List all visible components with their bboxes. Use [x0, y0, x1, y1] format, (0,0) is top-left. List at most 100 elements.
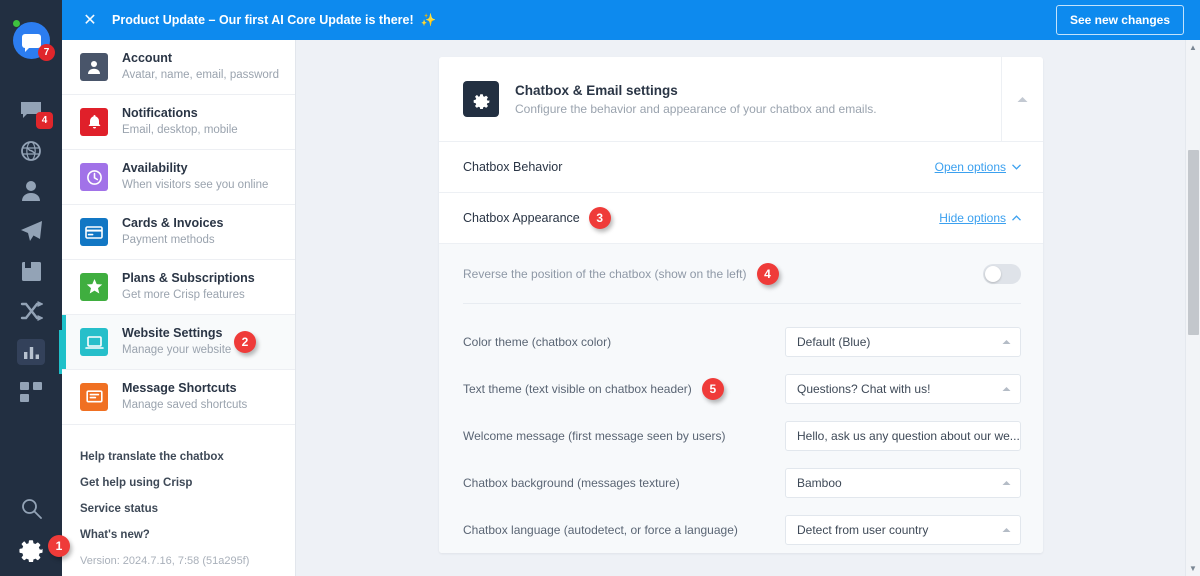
chevron-up-icon: [1002, 480, 1011, 485]
app-version-label: Version: 2024.7.16, 7:58 (51a295f): [80, 555, 250, 567]
sidebar-item-label: Availability: [122, 161, 188, 175]
helpdesk-icon[interactable]: [0, 258, 62, 284]
sidebar-item-sublabel: Payment methods: [122, 234, 215, 246]
banner-text-label: Product Update – Our first AI Core Updat…: [112, 13, 414, 27]
sidebar-item-sublabel: When visitors see you online: [122, 179, 269, 191]
option-label: Color theme (chatbox color): [463, 334, 612, 349]
close-icon[interactable]: ✕: [80, 10, 100, 30]
analytics-icon[interactable]: [0, 338, 62, 366]
chevron-up-icon: [1002, 339, 1011, 344]
panel-collapse-button[interactable]: [1001, 57, 1043, 141]
shortcut-icon: [80, 383, 108, 411]
sidebar-item-sublabel: Email, desktop, mobile: [122, 124, 238, 136]
triangle-down-icon[interactable]: ▼: [1186, 561, 1200, 576]
hide-options-link[interactable]: Hide options: [939, 211, 1021, 225]
option-chatbox-language: Chatbox language (autodetect, or force a…: [463, 506, 1021, 553]
laptop-icon: [80, 328, 108, 356]
chevron-up-icon: [1017, 96, 1028, 102]
chevron-up-icon: [1012, 215, 1021, 221]
section-label: Chatbox Behavior: [463, 160, 563, 174]
link-whats-new[interactable]: What's new?: [80, 529, 295, 542]
rail-active-indicator: [59, 330, 62, 374]
reverse-position-toggle[interactable]: [983, 263, 1021, 284]
welcome-message-select[interactable]: Hello, ask us any question about our we.…: [785, 420, 1021, 451]
campaigns-icon[interactable]: [0, 218, 62, 244]
sidebar-item-sublabel: Manage saved shortcuts: [122, 399, 248, 411]
option-color-theme: Color theme (chatbox color) Default (Blu…: [463, 318, 1021, 365]
chatbox-background-select[interactable]: Bamboo: [785, 467, 1021, 498]
option-label: Text theme (text visible on chatbox head…: [463, 381, 692, 396]
settings-gear-icon[interactable]: [17, 534, 45, 563]
chatbox-appearance-options: Reverse the position of the chatbox (sho…: [439, 243, 1043, 553]
plugins-icon[interactable]: [0, 298, 62, 324]
clock-icon: [80, 163, 108, 191]
star-icon: [80, 273, 108, 301]
sidebar-item-cards-invoices[interactable]: Cards & Invoices Payment methods: [62, 205, 295, 260]
person-icon: [80, 53, 108, 81]
open-options-label: Open options: [934, 160, 1006, 174]
scrollbar-thumb[interactable]: [1188, 150, 1199, 335]
primary-nav-rail: 7 4: [0, 0, 62, 576]
page-scrollbar[interactable]: ▲ ▼: [1185, 40, 1200, 576]
sidebar-item-label: Message Shortcuts: [122, 381, 237, 395]
sidebar-item-message-shortcuts[interactable]: Message Shortcuts Manage saved shortcuts: [62, 370, 295, 425]
page-subtitle: Configure the behavior and appearance of…: [515, 101, 877, 116]
open-options-link[interactable]: Open options: [935, 160, 1021, 174]
sidebar-item-label: Website Settings: [122, 326, 223, 340]
option-welcome-message: Welcome message (first message seen by u…: [463, 412, 1021, 459]
chatbox-background-value: Bamboo: [797, 475, 842, 490]
sidebar-item-sublabel: Avatar, name, email, password: [122, 69, 280, 81]
contacts-icon[interactable]: [0, 178, 62, 204]
step-marker-2: 2: [234, 331, 256, 353]
app-root: 7 4 Account Avatar, name, email, passwor…: [0, 0, 1200, 576]
card-icon: [80, 218, 108, 246]
chatbox-language-value: Detect from user country: [797, 522, 929, 537]
text-theme-select[interactable]: Questions? Chat with us!: [785, 373, 1021, 404]
section-chatbox-behavior[interactable]: Chatbox Behavior Open options: [439, 141, 1043, 192]
content-area: Chatbox & Email settings Configure the b…: [296, 0, 1200, 576]
sidebar-item-account[interactable]: Account Avatar, name, email, password: [62, 40, 295, 95]
globe-icon[interactable]: [0, 138, 62, 164]
product-update-banner: ✕ Product Update – Our first AI Core Upd…: [62, 0, 1200, 40]
page-title: Chatbox & Email settings: [515, 82, 678, 98]
triangle-up-icon[interactable]: ▲: [1186, 40, 1200, 55]
sidebar-item-availability[interactable]: Availability When visitors see you onlin…: [62, 150, 295, 205]
sidebar-item-label: Plans & Subscriptions: [122, 271, 255, 285]
section-chatbox-appearance[interactable]: Chatbox Appearance 3 Hide options: [439, 192, 1043, 243]
text-theme-value: Questions? Chat with us!: [797, 381, 931, 396]
option-label: Chatbox language (autodetect, or force a…: [463, 522, 738, 537]
option-chatbox-background: Chatbox background (messages texture) Ba…: [463, 459, 1021, 506]
color-theme-select[interactable]: Default (Blue): [785, 326, 1021, 357]
sidebar-item-notifications[interactable]: Notifications Email, desktop, mobile: [62, 95, 295, 150]
link-get-help[interactable]: Get help using Crisp: [80, 477, 295, 490]
sidebar-item-website-settings[interactable]: Website Settings Manage your website 2: [62, 315, 295, 370]
gear-icon: [463, 81, 499, 117]
step-marker-4: 4: [756, 262, 779, 285]
settings-nav-column: Account Avatar, name, email, password No…: [62, 0, 296, 576]
step-marker-1: 1: [48, 535, 70, 557]
sidebar-item-label: Notifications: [122, 106, 198, 120]
option-text-theme: Text theme (text visible on chatbox head…: [463, 365, 1021, 412]
link-help-translate[interactable]: Help translate the chatbox: [80, 451, 295, 464]
sidebar-item-plans-subscriptions[interactable]: Plans & Subscriptions Get more Crisp fea…: [62, 260, 295, 315]
conversations-unread-badge: 4: [36, 112, 53, 129]
chatbox-language-select[interactable]: Detect from user country: [785, 514, 1021, 545]
chevron-up-icon: [1002, 386, 1011, 391]
step-marker-5: 5: [701, 377, 724, 400]
sidebar-footer-links: Help translate the chatbox Get help usin…: [62, 451, 295, 576]
bell-icon: [80, 108, 108, 136]
see-new-changes-button[interactable]: See new changes: [1055, 5, 1184, 35]
sidebar-item-sublabel: Manage your website: [122, 344, 232, 356]
link-service-status[interactable]: Service status: [80, 503, 295, 516]
chevron-down-icon: [1012, 164, 1021, 170]
color-theme-value: Default (Blue): [797, 334, 871, 349]
step-marker-3: 3: [588, 207, 611, 229]
online-status-dot: [12, 19, 21, 28]
sparkles-icon: ✨: [420, 12, 437, 27]
option-label: Welcome message (first message seen by u…: [463, 428, 726, 443]
banner-title: Product Update – Our first AI Core Updat…: [112, 13, 436, 28]
apps-icon[interactable]: [0, 380, 62, 406]
search-icon[interactable]: [0, 495, 62, 521]
option-label: Reverse the position of the chatbox (sho…: [463, 266, 747, 281]
hide-options-label: Hide options: [939, 211, 1006, 225]
